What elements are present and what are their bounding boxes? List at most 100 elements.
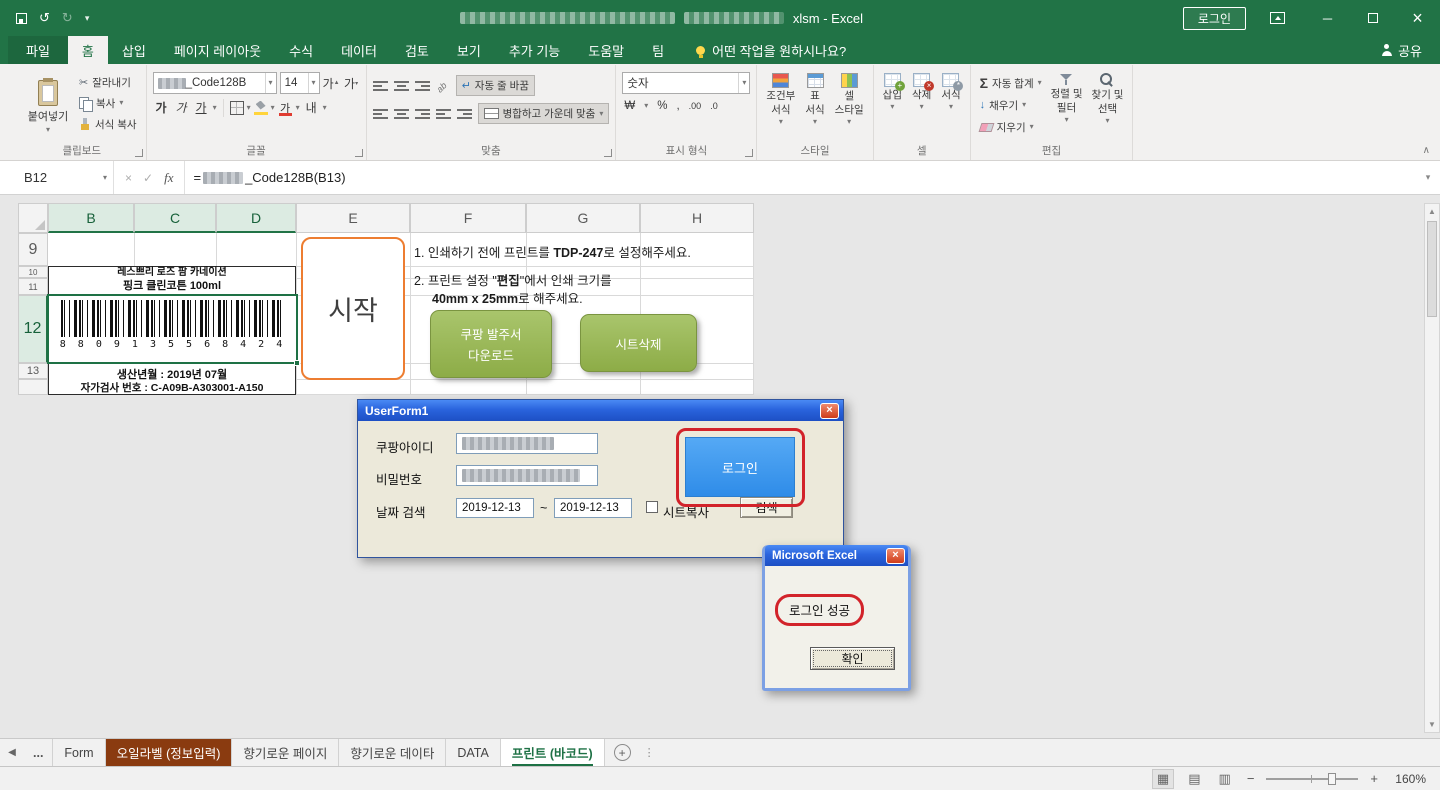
- phonetic-guide-button[interactable]: 내: [303, 98, 320, 117]
- maximize-button[interactable]: [1350, 0, 1395, 36]
- clear-dropdown-icon[interactable]: ▾: [1030, 123, 1034, 131]
- cut-button[interactable]: ✂잘라내기: [76, 72, 140, 92]
- vertical-scrollbar[interactable]: ▲ ▼: [1424, 203, 1440, 733]
- increase-indent-icon[interactable]: [457, 108, 472, 120]
- align-right-icon[interactable]: [415, 108, 430, 120]
- accounting-format-button[interactable]: ₩: [624, 100, 635, 112]
- ribbon-display-options-icon[interactable]: [1270, 12, 1285, 24]
- zoom-out-button[interactable]: −: [1245, 771, 1257, 786]
- undo-icon[interactable]: ↺: [39, 10, 50, 26]
- insert-cells-button[interactable]: 삽입 ▾: [880, 69, 905, 144]
- shrink-font-button[interactable]: 가▾: [343, 74, 360, 93]
- sheet-tab-more[interactable]: ...: [24, 739, 53, 766]
- new-sheet-button[interactable]: +: [614, 744, 631, 761]
- phonetic-dropdown-icon[interactable]: ▾: [323, 104, 327, 112]
- comma-style-button[interactable]: ,: [676, 100, 679, 112]
- font-size-dropdown-icon[interactable]: ▾: [308, 73, 319, 93]
- find-select-button[interactable]: 찾기 및 선택 ▾: [1089, 69, 1127, 144]
- date-from-field[interactable]: 2019-12-13: [456, 498, 534, 518]
- font-name-dropdown-icon[interactable]: ▾: [265, 73, 276, 93]
- paste-dropdown-icon[interactable]: ▾: [46, 126, 50, 134]
- tab-view[interactable]: 보기: [443, 36, 495, 64]
- insert-function-icon[interactable]: fx: [164, 170, 173, 186]
- tab-team[interactable]: 팀: [638, 36, 678, 64]
- zoom-slider[interactable]: [1266, 772, 1358, 786]
- row-header-partial[interactable]: [18, 379, 48, 395]
- borders-dropdown-icon[interactable]: ▾: [247, 104, 251, 112]
- increase-decimal-button[interactable]: .00: [689, 101, 702, 111]
- tab-scroll-splitter-icon[interactable]: ⋮: [640, 739, 659, 766]
- cell-styles-button[interactable]: 셀 스타일 ▾: [832, 69, 867, 144]
- tab-help[interactable]: 도움말: [574, 36, 638, 64]
- scroll-down-icon[interactable]: ▼: [1425, 717, 1439, 732]
- align-top-left-icon[interactable]: [373, 80, 388, 92]
- format-as-table-button[interactable]: 표 서식 ▾: [802, 69, 827, 144]
- align-top-right-icon[interactable]: [415, 80, 430, 92]
- select-all-corner[interactable]: [18, 203, 48, 233]
- page-layout-view-button[interactable]: ▤: [1184, 770, 1204, 788]
- paste-button[interactable]: 붙여넣기 ▾: [24, 69, 72, 144]
- font-size-combo[interactable]: 14 ▾: [280, 72, 320, 94]
- redo-icon[interactable]: ↻: [62, 10, 73, 26]
- delete-cells-button[interactable]: 삭제 ▾: [909, 69, 934, 144]
- sheet-tab-fragrant-page[interactable]: 향기로운 페이지: [232, 739, 339, 766]
- msgbox-titlebar[interactable]: Microsoft Excel ×: [765, 545, 908, 566]
- normal-view-button[interactable]: ▦: [1152, 769, 1174, 789]
- wrap-text-button[interactable]: ↵ 자동 줄 바꿈: [456, 75, 535, 96]
- qat-customize-arrow-icon[interactable]: ▾: [85, 13, 90, 24]
- sheet-tab-oil-label[interactable]: 오일라벨 (정보입력): [106, 739, 233, 766]
- selected-cell-B12[interactable]: 8 8 0 9 1 3 5 5 6 8 4 2 4: [47, 294, 298, 364]
- find-dropdown-icon[interactable]: ▾: [1105, 117, 1109, 125]
- tab-insert[interactable]: 삽입: [108, 36, 160, 64]
- sheet-nav-left-icon[interactable]: ◀: [0, 739, 24, 766]
- zoom-slider-thumb[interactable]: [1328, 773, 1336, 785]
- tab-file[interactable]: 파일: [8, 36, 68, 64]
- insert-dropdown-icon[interactable]: ▾: [890, 103, 894, 111]
- format-cells-button[interactable]: 서식 ▾: [938, 69, 963, 144]
- autosum-dropdown-icon[interactable]: ▾: [1038, 79, 1042, 87]
- cancel-entry-icon[interactable]: ×: [125, 171, 132, 185]
- row-header-12[interactable]: 12: [18, 295, 48, 363]
- row-header-9[interactable]: 9: [18, 233, 48, 266]
- name-box[interactable]: B12 ▾: [18, 161, 114, 194]
- column-header-E[interactable]: E: [296, 203, 410, 233]
- percent-style-button[interactable]: %: [657, 100, 667, 112]
- underline-dropdown-icon[interactable]: ▾: [213, 104, 217, 112]
- number-dialog-launcher-icon[interactable]: [745, 149, 753, 157]
- share-button[interactable]: 공유: [1381, 36, 1422, 64]
- minimize-button[interactable]: ─: [1305, 0, 1350, 36]
- tab-addins[interactable]: 추가 기능: [495, 36, 574, 64]
- accounting-dropdown-icon[interactable]: ▾: [644, 102, 648, 110]
- scroll-up-icon[interactable]: ▲: [1425, 204, 1439, 219]
- collapse-ribbon-icon[interactable]: ∧: [1423, 145, 1430, 156]
- formula-input[interactable]: = _Code128B(B13): [185, 161, 1416, 194]
- delete-sheet-button[interactable]: 시트삭제: [580, 314, 697, 372]
- decrease-decimal-button[interactable]: .0: [710, 101, 718, 111]
- font-color-button[interactable]: 가: [278, 100, 293, 116]
- font-name-combo[interactable]: _Code128B ▾: [153, 72, 277, 94]
- search-button[interactable]: 검색: [740, 497, 793, 518]
- font-color-dropdown-icon[interactable]: ▾: [296, 104, 300, 112]
- align-left-icon[interactable]: [373, 108, 388, 120]
- delete-dropdown-icon[interactable]: ▾: [920, 103, 924, 111]
- cond-dropdown-icon[interactable]: ▾: [779, 118, 783, 126]
- fill-color-dropdown-icon[interactable]: ▾: [271, 104, 275, 112]
- sheet-copy-checkbox[interactable]: [646, 501, 658, 513]
- titlebar-login-button[interactable]: 로그인: [1183, 7, 1246, 30]
- column-header-B[interactable]: B: [48, 203, 134, 233]
- row-header-13[interactable]: 13: [18, 363, 48, 379]
- align-center-icon[interactable]: [394, 108, 409, 120]
- decrease-indent-icon[interactable]: [436, 108, 451, 120]
- vertical-scroll-thumb[interactable]: [1427, 221, 1437, 317]
- number-format-combo[interactable]: 숫자 ▾: [622, 72, 750, 94]
- userform-titlebar[interactable]: UserForm1 ×: [358, 400, 843, 421]
- number-format-dropdown-icon[interactable]: ▾: [738, 73, 749, 93]
- format-cells-dropdown-icon[interactable]: ▾: [949, 103, 953, 111]
- userform-login-button[interactable]: 로그인: [685, 437, 795, 497]
- save-icon[interactable]: [16, 13, 27, 24]
- password-field[interactable]: [456, 465, 598, 486]
- sheet-tab-fragrant-data[interactable]: 향기로운 데이타: [339, 739, 446, 766]
- merge-dropdown-icon[interactable]: ▾: [599, 110, 603, 118]
- merge-center-button[interactable]: 병합하고 가운데 맞춤 ▾: [478, 103, 610, 124]
- autosum-button[interactable]: Σ자동 합계▾: [977, 73, 1045, 93]
